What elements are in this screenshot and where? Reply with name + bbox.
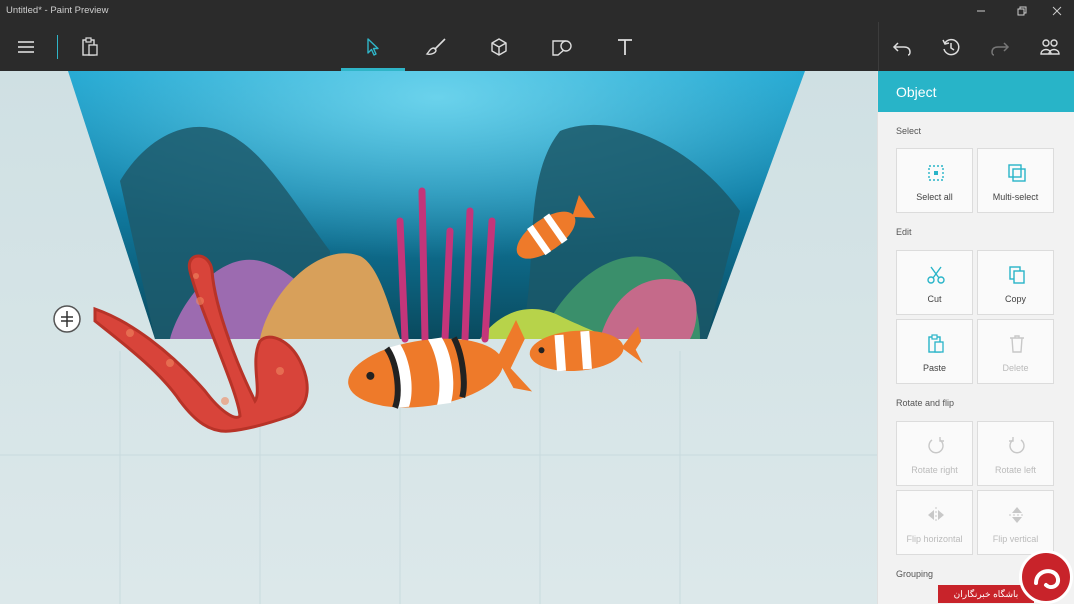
flip-horizontal-icon [928, 507, 944, 523]
toolbar-divider-right [878, 22, 879, 71]
multi-select-button[interactable]: Multi-select [977, 148, 1054, 213]
tool-select[interactable] [341, 22, 405, 71]
community-icon [1040, 38, 1060, 55]
brush-icon [425, 37, 446, 55]
cursor-icon [367, 37, 379, 56]
undo-icon [892, 41, 911, 56]
scissors-icon [927, 266, 945, 284]
window-title: Untitled* - Paint Preview [6, 5, 109, 16]
copy-button[interactable]: Copy [977, 250, 1054, 315]
select-all-button[interactable]: Select all [896, 148, 973, 213]
toolbar-divider [57, 35, 58, 59]
tool-3d-objects[interactable] [477, 22, 521, 71]
scene-artwork [0, 71, 877, 604]
trash-icon [1010, 335, 1024, 353]
select-all-icon [928, 165, 944, 181]
restore-icon [1017, 6, 1027, 16]
minimize-button[interactable] [967, 0, 995, 22]
object-panel: Object Select Select all Multi-select Ed… [877, 71, 1074, 604]
redo-icon [991, 41, 1010, 56]
text-icon [618, 38, 632, 55]
history-button[interactable] [929, 22, 973, 71]
rotate-section-label: Rotate and flip [896, 398, 955, 408]
multi-select-icon [1008, 164, 1026, 182]
community-button[interactable] [1028, 22, 1072, 71]
flip-vertical-icon [1009, 507, 1025, 523]
grouping-section-label: Grouping [896, 569, 934, 579]
hamburger-icon [18, 40, 34, 53]
tool-stickers[interactable] [540, 22, 584, 71]
copy-icon [1009, 266, 1025, 284]
flip-horizontal-button[interactable]: Flip horizontal [896, 490, 973, 555]
tool-text[interactable] [603, 22, 647, 71]
history-icon [942, 38, 960, 55]
panel-title: Object [878, 71, 1074, 112]
edit-section-label: Edit [896, 227, 912, 237]
rotate-right-icon [928, 437, 944, 454]
restore-button[interactable] [1008, 0, 1036, 22]
ocean-backdrop[interactable] [68, 71, 805, 343]
delete-button[interactable]: Delete [977, 319, 1054, 384]
paste-icon [928, 334, 944, 353]
cube-icon [491, 37, 507, 56]
rotation-handle[interactable] [53, 305, 81, 333]
title-bar: Untitled* - Paint Preview [0, 0, 1074, 22]
minimize-icon [977, 10, 985, 12]
rotate-right-button[interactable]: Rotate right [896, 421, 973, 486]
main-toolbar [0, 22, 1074, 71]
flip-vertical-button[interactable]: Flip vertical [977, 490, 1054, 555]
paste-button[interactable]: Paste [896, 319, 973, 384]
watermark-logo [1019, 550, 1073, 604]
undo-button[interactable] [880, 22, 924, 71]
drawing-canvas[interactable] [0, 71, 877, 604]
sticker-icon [552, 39, 572, 56]
rotate-left-icon [1009, 437, 1025, 454]
close-icon [1052, 6, 1062, 16]
rotate-left-button[interactable]: Rotate left [977, 421, 1054, 486]
watermark-banner: باشگاه خبرنگاران [938, 585, 1034, 603]
clipboard-icon [82, 36, 98, 56]
paste-toolbar-button[interactable] [68, 22, 112, 71]
redo-button[interactable] [978, 22, 1022, 71]
close-button[interactable] [1043, 0, 1071, 22]
select-section-label: Select [896, 126, 922, 136]
tool-brushes[interactable] [414, 22, 458, 71]
menu-button[interactable] [4, 22, 48, 71]
watermark-emblem-icon [1034, 569, 1061, 589]
paint-3d-window: Untitled* - Paint Preview Object Select … [0, 0, 1074, 604]
cut-button[interactable]: Cut [896, 250, 973, 315]
